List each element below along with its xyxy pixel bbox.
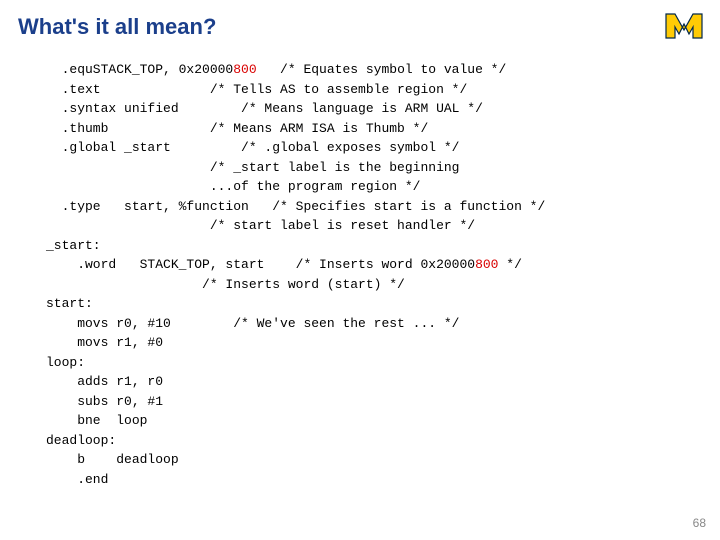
code-line: /* start label is reset handler */	[46, 218, 475, 233]
code-line: .text /* Tells AS to assemble region */	[46, 82, 467, 97]
code-line: b deadloop	[46, 452, 179, 467]
code-line: .global _start /* .global exposes symbol…	[46, 140, 459, 155]
code-line: movs r1, #0	[46, 335, 163, 350]
code-line: movs r0, #10 /* We've seen the rest ... …	[46, 316, 459, 331]
code-line: .type start, %function /* Specifies star…	[46, 199, 545, 214]
assembly-code-block: .equSTACK_TOP, 0x20000800 /* Equates sym…	[46, 60, 545, 489]
code-line: adds r1, r0	[46, 374, 163, 389]
code-line: /* Inserts word (start) */	[46, 277, 405, 292]
code-line: */	[498, 257, 521, 272]
page-number: 68	[693, 516, 706, 530]
code-line: /* Equates symbol to value */	[257, 62, 507, 77]
code-line: bne loop	[46, 413, 147, 428]
code-line: /* _start label is the beginning	[46, 160, 459, 175]
code-line: .word STACK_TOP, start /* Inserts word 0…	[46, 257, 475, 272]
code-line: .thumb /* Means ARM ISA is Thumb */	[46, 121, 428, 136]
code-highlight: 800	[233, 62, 256, 77]
code-highlight: 800	[475, 257, 498, 272]
code-line: .equSTACK_TOP, 0x20000	[46, 62, 233, 77]
code-line: .syntax unified /* Means language is ARM…	[46, 101, 483, 116]
code-line: .end	[46, 472, 108, 487]
code-line: _start:	[46, 238, 101, 253]
code-line: deadloop:	[46, 433, 116, 448]
code-line: subs r0, #1	[46, 394, 163, 409]
code-line: ...of the program region */	[46, 179, 420, 194]
code-line: start:	[46, 296, 93, 311]
slide-title: What's it all mean?	[18, 14, 216, 40]
michigan-logo-icon	[664, 12, 704, 45]
code-line: loop:	[46, 355, 85, 370]
